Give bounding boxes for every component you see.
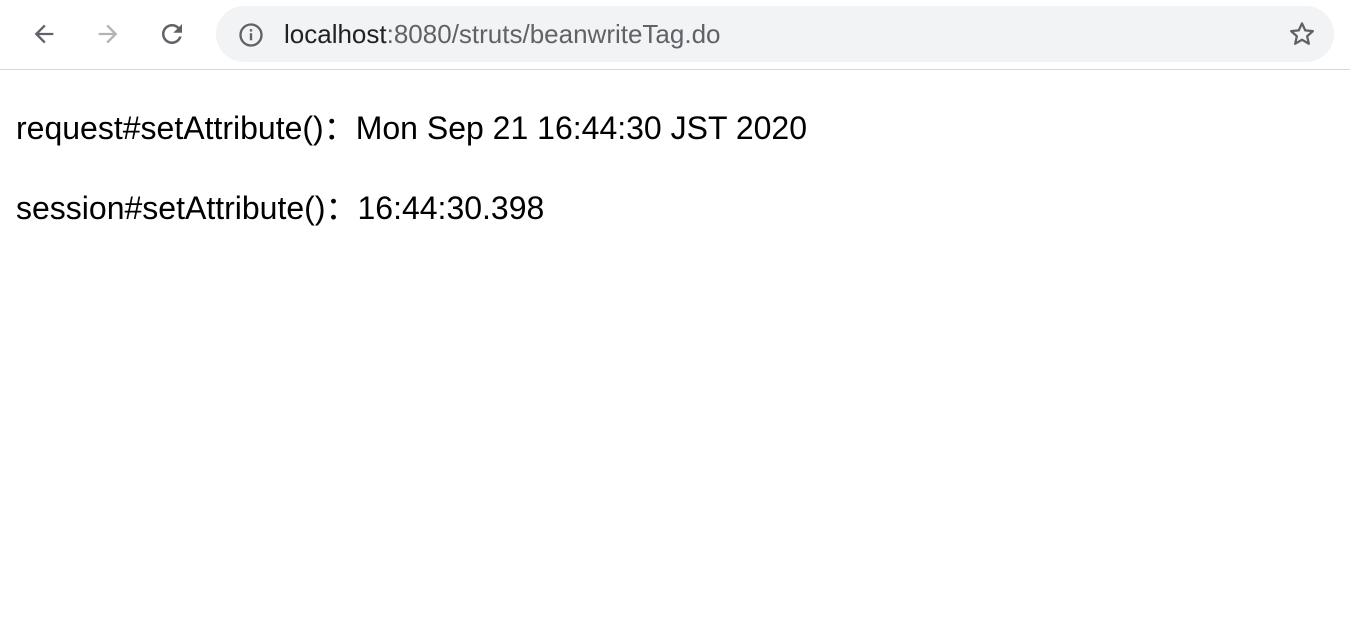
request-attribute-text: request#setAttribute()：Mon Sep 21 16:44:… [16,110,808,146]
url-host: localhost [284,19,387,49]
reload-icon [157,19,187,49]
browser-toolbar: localhost:8080/struts/beanwriteTag.do [0,0,1350,70]
arrow-left-icon [30,20,58,48]
back-button[interactable] [24,14,64,54]
url-path: :8080/struts/beanwriteTag.do [386,19,721,49]
session-attribute-text: session#setAttribute()：16:44:30.398 [16,190,545,226]
reload-button[interactable] [152,14,192,54]
page-content: request#setAttribute()：Mon Sep 21 16:44:… [16,72,1334,228]
forward-button[interactable] [88,14,128,54]
star-icon[interactable] [1286,18,1318,50]
url-text[interactable]: localhost:8080/struts/beanwriteTag.do [284,18,721,50]
info-icon[interactable] [237,21,265,49]
arrow-right-icon [94,20,122,48]
address-bar[interactable]: localhost:8080/struts/beanwriteTag.do [216,6,1334,62]
